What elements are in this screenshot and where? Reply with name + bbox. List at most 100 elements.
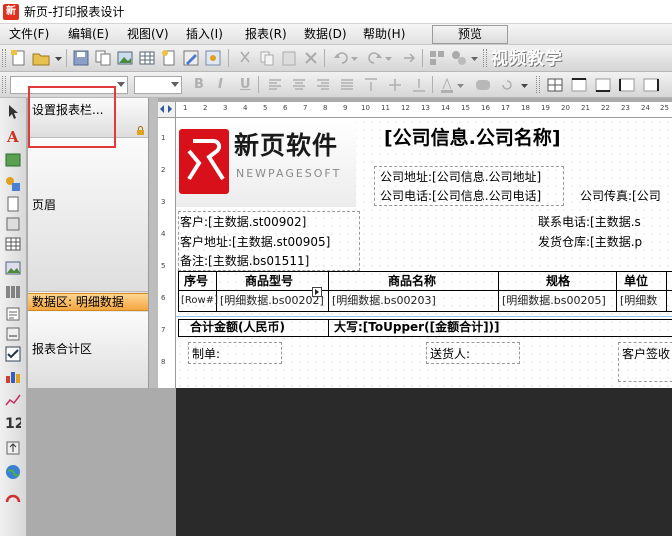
- gauge-icon[interactable]: [5, 490, 21, 506]
- new-report-icon[interactable]: [10, 49, 28, 67]
- ruler-number: 1: [183, 104, 188, 112]
- valign-bottom-icon[interactable]: [410, 76, 428, 94]
- band-total-label: 报表合计区: [32, 342, 93, 356]
- globe-icon[interactable]: [5, 464, 21, 480]
- border-all-icon[interactable]: [546, 76, 564, 94]
- italic-button[interactable]: I: [218, 77, 223, 93]
- menu-bar: 文件(F) 编辑(E) 视图(V) 插入(I) 报表(R) 数据(D) 帮助(H…: [0, 24, 672, 45]
- undo-icon[interactable]: [332, 49, 350, 67]
- delete-icon[interactable]: [302, 49, 320, 67]
- dropdown-arrow-icon[interactable]: [54, 49, 72, 67]
- warehouse-field[interactable]: 发货仓库:[主数据.p: [538, 234, 642, 250]
- menu-insert[interactable]: 插入(I): [186, 27, 223, 42]
- selection-frame: [188, 342, 282, 364]
- underline-button[interactable]: U: [240, 77, 251, 93]
- table-cell[interactable]: [Row#]: [181, 295, 218, 307]
- rich-text-icon[interactable]: [5, 306, 21, 322]
- line-chart-icon[interactable]: [5, 392, 21, 408]
- image-icon[interactable]: [116, 49, 134, 67]
- table-cell[interactable]: [明细数: [620, 295, 657, 307]
- ruler-number: 20: [561, 104, 570, 112]
- pointer-icon[interactable]: [5, 104, 21, 120]
- border-top-icon[interactable]: [570, 76, 588, 94]
- menu-view[interactable]: 视图(V): [127, 27, 169, 42]
- video-tutorial-link[interactable]: 视频教学: [491, 49, 563, 69]
- contact-phone-field[interactable]: 联系电话:[主数据.s: [538, 214, 641, 230]
- band-data[interactable]: 数据区: 明细数据: [28, 293, 148, 311]
- settings-icon[interactable]: [204, 49, 222, 67]
- text-box-icon[interactable]: [474, 76, 492, 94]
- redo-icon[interactable]: [366, 49, 384, 67]
- column-header[interactable]: 商品名称: [388, 273, 436, 289]
- band-header[interactable]: 页眉: [28, 138, 148, 292]
- border-left-icon[interactable]: [618, 76, 636, 94]
- edit-image-icon[interactable]: [182, 49, 200, 67]
- new-page-icon[interactable]: [160, 49, 178, 67]
- menu-help[interactable]: 帮助(H): [363, 27, 405, 42]
- upload-image-icon[interactable]: [5, 440, 21, 456]
- barcode-icon[interactable]: [5, 284, 21, 300]
- align-center-icon[interactable]: [290, 76, 308, 94]
- company-logo[interactable]: 新页软件 NEWPAGESOFT: [176, 121, 356, 207]
- menu-report[interactable]: 报表(R): [245, 27, 287, 42]
- column-resize-icon[interactable]: [312, 286, 322, 297]
- copy-page-icon[interactable]: [94, 49, 112, 67]
- layout-grid-icon[interactable]: [428, 49, 446, 67]
- preview-button[interactable]: 预览: [432, 25, 508, 44]
- ruler-number: 6: [283, 104, 288, 112]
- valign-middle-icon[interactable]: [386, 76, 404, 94]
- shapes-icon[interactable]: [5, 176, 21, 192]
- copy-icon[interactable]: [258, 49, 276, 67]
- company-fax-field[interactable]: 公司传真:[公司: [580, 188, 661, 204]
- menu-file[interactable]: 文件(F): [9, 27, 49, 42]
- insert-table-icon[interactable]: [138, 49, 156, 67]
- band-total[interactable]: 报表合计区: [28, 312, 148, 388]
- table-cell[interactable]: [明细数据.bs00205]: [502, 295, 606, 307]
- bold-button[interactable]: B: [194, 77, 204, 93]
- table-cell[interactable]: [明细数据.bs00203]: [332, 295, 436, 307]
- report-design-canvas[interactable]: 新页软件 NEWPAGESOFT [公司信息.公司名称] 公司地址:[公司信息.…: [176, 118, 672, 388]
- toolbar-grip[interactable]: [536, 76, 540, 93]
- group-icon[interactable]: [450, 49, 468, 67]
- field-icon[interactable]: [5, 152, 21, 168]
- paste-icon[interactable]: [280, 49, 298, 67]
- column-header[interactable]: 规格: [546, 273, 570, 289]
- company-name-field[interactable]: [公司信息.公司名称]: [384, 126, 561, 150]
- toolbar-grip[interactable]: [2, 76, 6, 93]
- menu-edit[interactable]: 编辑(E): [68, 27, 109, 42]
- image-icon[interactable]: [5, 260, 21, 276]
- menu-data[interactable]: 数据(D): [304, 27, 347, 42]
- border-right-icon[interactable]: [642, 76, 660, 94]
- column-header[interactable]: 商品型号: [245, 273, 293, 289]
- cut-icon[interactable]: [236, 49, 254, 67]
- grid-icon[interactable]: [5, 236, 21, 252]
- table-cell[interactable]: [明细数据.bs00202]: [220, 295, 324, 307]
- rotate-icon[interactable]: [498, 76, 516, 94]
- total-label[interactable]: 合计金额(人民币): [190, 319, 285, 335]
- ruler-number: 4: [161, 230, 166, 238]
- text-icon[interactable]: A: [5, 128, 21, 146]
- panel-splitter[interactable]: [148, 98, 158, 388]
- font-color-dropdown-icon[interactable]: [456, 76, 474, 94]
- column-header[interactable]: 单位: [624, 273, 648, 289]
- save-icon[interactable]: [72, 49, 90, 67]
- border-bottom-icon[interactable]: [594, 76, 612, 94]
- column-header[interactable]: 序号: [184, 273, 208, 289]
- font-size-combo[interactable]: [134, 76, 182, 94]
- toolbar-grip[interactable]: [483, 49, 487, 67]
- toolbar-grip[interactable]: [2, 49, 6, 67]
- align-left-icon[interactable]: [266, 76, 284, 94]
- bar-chart-icon[interactable]: [5, 368, 21, 384]
- checkbox-icon[interactable]: [5, 346, 21, 362]
- open-folder-icon[interactable]: [32, 49, 50, 67]
- report-icon[interactable]: [5, 326, 21, 342]
- page-icon[interactable]: [5, 196, 21, 212]
- barcode-area-icon[interactable]: [5, 216, 21, 232]
- align-justify-icon[interactable]: [338, 76, 356, 94]
- number-icon[interactable]: 12: [5, 414, 24, 432]
- font-color-icon[interactable]: [438, 76, 456, 94]
- arrow-icon[interactable]: [400, 49, 418, 67]
- valign-top-icon[interactable]: [362, 76, 380, 94]
- align-right-icon[interactable]: [314, 76, 332, 94]
- total-amount-field[interactable]: 大写:[ToUpper([金额合计])]: [334, 319, 500, 335]
